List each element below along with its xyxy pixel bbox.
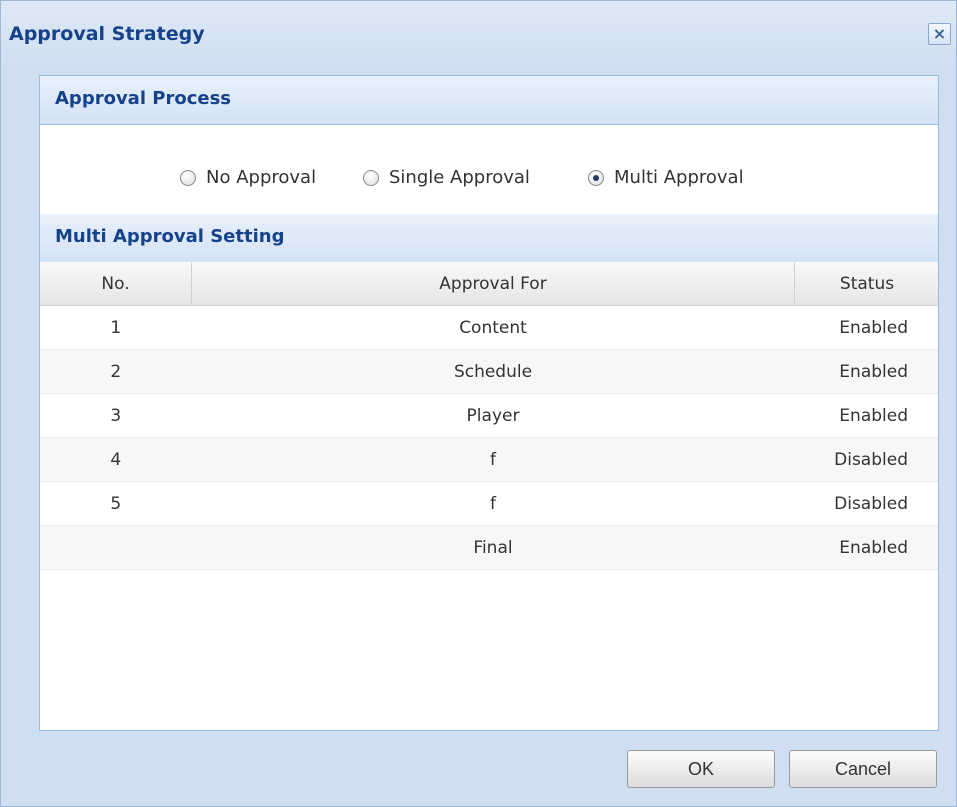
- approval-process-options: No Approval Single Approval Multi Approv…: [40, 125, 938, 214]
- cell-status: Enabled: [794, 349, 938, 394]
- radio-selected-icon[interactable]: [588, 169, 604, 186]
- radio-label: Multi Approval: [614, 167, 744, 188]
- approval-grid: No. Approval For Status 1 Content Enable…: [40, 262, 938, 570]
- cell-approval-for: Final: [191, 525, 795, 570]
- radio-label: Single Approval: [389, 167, 530, 188]
- approval-strategy-dialog: Approval Strategy × Approval Process No …: [0, 0, 957, 807]
- cell-status: Disabled: [794, 481, 938, 526]
- cell-no: 2: [40, 349, 192, 394]
- cell-status: Enabled: [794, 393, 938, 438]
- close-icon[interactable]: ×: [928, 23, 951, 45]
- table-row[interactable]: 5 f Disabled: [40, 481, 938, 526]
- cell-status: Enabled: [794, 525, 938, 570]
- dialog-title: Approval Strategy: [9, 23, 205, 45]
- cell-no: 5: [40, 481, 192, 526]
- grid-header-row: No. Approval For Status: [40, 262, 938, 306]
- multi-approval-setting-title: Multi Approval Setting: [55, 226, 285, 247]
- cell-no: 3: [40, 393, 192, 438]
- radio-no-approval[interactable]: No Approval: [180, 167, 316, 188]
- multi-approval-setting-header: Multi Approval Setting: [40, 214, 938, 263]
- column-header-status[interactable]: Status: [794, 262, 938, 306]
- radio-multi-approval[interactable]: Multi Approval: [588, 167, 744, 188]
- cell-approval-for: Content: [191, 305, 795, 350]
- table-row[interactable]: Final Enabled: [40, 525, 938, 570]
- cell-no: 4: [40, 437, 192, 482]
- approval-process-title: Approval Process: [55, 88, 232, 109]
- approval-process-header: Approval Process: [40, 76, 938, 125]
- column-header-no[interactable]: No.: [40, 262, 192, 306]
- radio-circle-icon[interactable]: [363, 169, 379, 186]
- cell-approval-for: Player: [191, 393, 795, 438]
- cell-no: [40, 525, 192, 570]
- table-row[interactable]: 2 Schedule Enabled: [40, 349, 938, 394]
- radio-label: No Approval: [206, 167, 317, 188]
- radio-single-approval[interactable]: Single Approval: [363, 167, 530, 188]
- cell-status: Disabled: [794, 437, 938, 482]
- cell-approval-for: f: [191, 481, 795, 526]
- cell-approval-for: Schedule: [191, 349, 795, 394]
- cell-no: 1: [40, 305, 192, 350]
- column-header-approval-for[interactable]: Approval For: [191, 262, 795, 306]
- dialog-titlebar: Approval Strategy ×: [1, 1, 956, 65]
- dialog-body-panel: Approval Process No Approval Single Appr…: [39, 75, 939, 731]
- table-row[interactable]: 1 Content Enabled: [40, 305, 938, 350]
- radio-circle-icon[interactable]: [180, 169, 196, 186]
- ok-button[interactable]: OK: [627, 750, 775, 788]
- cell-status: Enabled: [794, 305, 938, 350]
- cell-approval-for: f: [191, 437, 795, 482]
- table-row[interactable]: 4 f Disabled: [40, 437, 938, 482]
- table-row[interactable]: 3 Player Enabled: [40, 393, 938, 438]
- cancel-button[interactable]: Cancel: [789, 750, 937, 788]
